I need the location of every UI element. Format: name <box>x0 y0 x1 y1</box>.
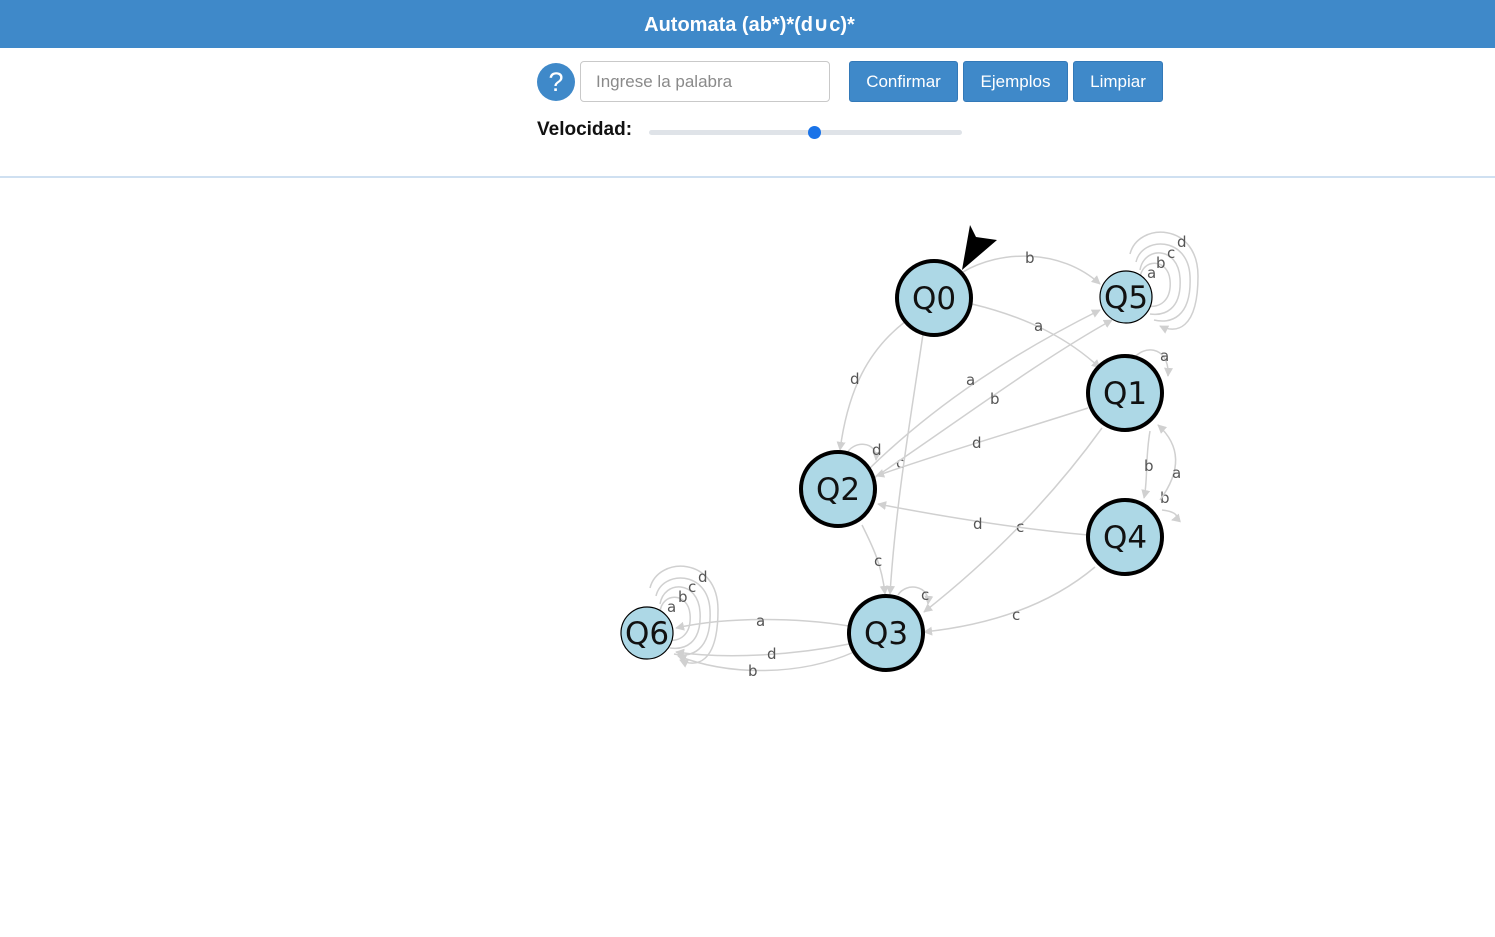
state-label: Q4 <box>1103 520 1147 556</box>
state-q1[interactable]: Q1 <box>1086 354 1164 432</box>
edge-q0-q1-a <box>971 303 1101 369</box>
edge-q4-q4-b <box>1161 509 1181 523</box>
automaton-graph: a b c d a b c d a b d c b a d c a b d c … <box>620 225 1199 680</box>
state-q4[interactable]: Q4 <box>1086 498 1164 576</box>
state-q5[interactable]: Q5 <box>1099 270 1153 324</box>
state-q3[interactable]: Q3 <box>847 594 925 672</box>
state-q6[interactable]: Q6 <box>620 606 674 660</box>
edge-label: b <box>1156 254 1166 272</box>
edge-q4-q3-c <box>923 566 1096 636</box>
edge-label: c <box>1167 244 1175 262</box>
edge-label: c <box>1012 606 1020 624</box>
edge-label: a <box>1034 317 1043 335</box>
edge-q2-q5-a <box>869 309 1101 469</box>
edge-label: d <box>872 441 882 459</box>
edge-label: c <box>921 586 929 604</box>
state-label: Q5 <box>1104 280 1148 316</box>
edge-label: b <box>1025 249 1035 267</box>
edge-label: d <box>972 434 982 452</box>
edge-label: b <box>748 662 758 680</box>
state-label: Q1 <box>1103 376 1147 412</box>
edge-label: b <box>1144 457 1154 475</box>
edge-q1-q2-d <box>875 407 1089 478</box>
edge-label: c <box>688 578 696 596</box>
state-label: Q2 <box>816 472 860 508</box>
edge-label: a <box>667 598 676 616</box>
edge-label: d <box>850 370 860 388</box>
edge-label: d <box>767 645 777 663</box>
edge-label: d <box>1177 233 1187 251</box>
edge-label: a <box>1172 464 1181 482</box>
edge-label: a <box>1147 264 1156 282</box>
edge-label: a <box>966 371 975 389</box>
edge-label: a <box>756 612 765 630</box>
edge-label: c <box>874 552 882 570</box>
edge-label: b <box>990 390 1000 408</box>
state-label: Q6 <box>625 616 669 652</box>
state-q0[interactable]: Q0 <box>895 259 973 337</box>
edge-q1-q3-c <box>923 427 1103 613</box>
edge-q4-q2-d <box>877 501 1089 536</box>
edge-label: d <box>973 515 983 533</box>
state-label: Q3 <box>864 616 908 652</box>
state-label: Q0 <box>912 281 956 317</box>
state-q2[interactable]: Q2 <box>799 450 877 528</box>
edge-label: b <box>678 588 688 606</box>
edge-label: a <box>1160 347 1169 365</box>
edge-label: d <box>698 568 708 586</box>
